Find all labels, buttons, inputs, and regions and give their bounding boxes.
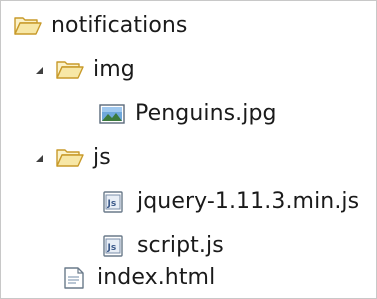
- html-file-icon: [59, 266, 89, 290]
- svg-text:Js: Js: [107, 199, 117, 209]
- tree-node-jquery-js[interactable]: Js jquery-1.11.3.min.js: [99, 185, 359, 219]
- tree-node-index-html[interactable]: index.html: [59, 261, 215, 295]
- tree-node-label: index.html: [97, 265, 216, 290]
- folder-open-icon: [55, 58, 85, 82]
- svg-text:Js: Js: [107, 243, 117, 253]
- tree-node-label: script.js: [137, 233, 224, 258]
- tree-node-label: notifications: [51, 13, 188, 38]
- expanded-twisty-icon[interactable]: [31, 150, 47, 166]
- image-file-icon: [97, 102, 127, 126]
- tree-node-script-js[interactable]: Js script.js: [99, 229, 224, 263]
- tree-node-notifications[interactable]: notifications: [13, 9, 187, 43]
- project-explorer-tree: notifications img Penguins.jpg js Js jqu…: [0, 0, 377, 299]
- tree-node-label: jquery-1.11.3.min.js: [137, 189, 360, 214]
- js-file-icon: Js: [99, 190, 129, 214]
- js-file-icon: Js: [99, 234, 129, 258]
- tree-node-img[interactable]: img: [31, 53, 135, 87]
- tree-node-label: js: [93, 145, 111, 170]
- folder-open-icon: [55, 146, 85, 170]
- tree-node-penguins-jpg[interactable]: Penguins.jpg: [97, 97, 277, 131]
- tree-node-label: img: [93, 57, 135, 82]
- tree-node-js[interactable]: js: [31, 141, 111, 175]
- folder-open-icon: [13, 14, 43, 38]
- tree-node-label: Penguins.jpg: [135, 101, 277, 126]
- expanded-twisty-icon[interactable]: [31, 62, 47, 78]
